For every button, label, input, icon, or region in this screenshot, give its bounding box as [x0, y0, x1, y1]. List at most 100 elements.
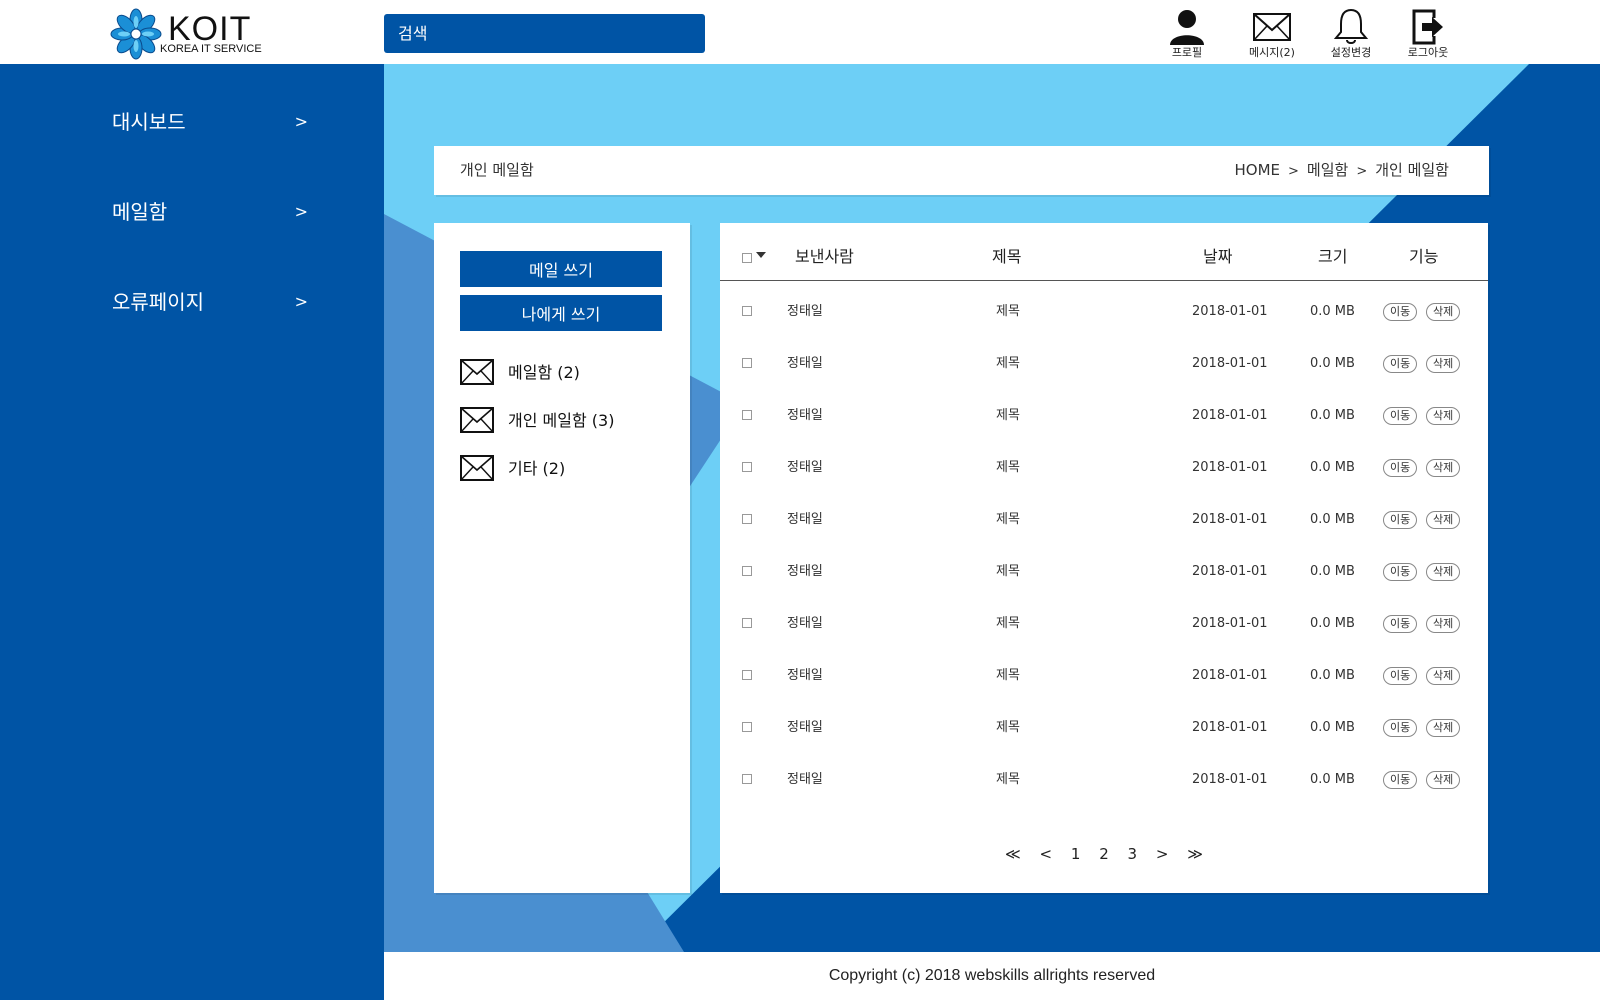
delete-button[interactable]: 삭제	[1426, 719, 1461, 737]
profile-link[interactable]: 프로필	[1157, 4, 1217, 64]
row-subject[interactable]: 제목	[996, 754, 1020, 806]
table-row[interactable]: 정태일 제목 2018-01-01 0.0 MB 이동 삭제	[720, 390, 1488, 442]
move-button[interactable]: 이동	[1383, 303, 1418, 321]
delete-button[interactable]: 삭제	[1426, 407, 1461, 425]
page-3-button[interactable]: 3	[1128, 845, 1138, 863]
next-page-button[interactable]: >	[1156, 845, 1169, 863]
delete-button[interactable]: 삭제	[1426, 303, 1461, 321]
sidebar-item-mailbox[interactable]: 메일함 >	[112, 194, 308, 230]
row-subject[interactable]: 제목	[996, 338, 1020, 390]
row-size: 0.0 MB	[1310, 720, 1355, 735]
table-row[interactable]: 정태일 제목 2018-01-01 0.0 MB 이동 삭제	[720, 338, 1488, 390]
table-row[interactable]: 정태일 제목 2018-01-01 0.0 MB 이동 삭제	[720, 546, 1488, 598]
column-date[interactable]: 날짜	[1203, 243, 1232, 267]
table-row[interactable]: 정태일 제목 2018-01-01 0.0 MB 이동 삭제	[720, 754, 1488, 806]
prev-page-button[interactable]: <	[1040, 845, 1053, 863]
delete-button[interactable]: 삭제	[1426, 355, 1461, 373]
folder-etc[interactable]: 기타 (2)	[460, 453, 670, 485]
table-row[interactable]: 정태일 제목 2018-01-01 0.0 MB 이동 삭제	[720, 598, 1488, 650]
move-button[interactable]: 이동	[1383, 459, 1418, 477]
messages-link[interactable]: 메시지(2)	[1242, 4, 1302, 64]
row-checkbox[interactable]	[742, 462, 752, 472]
move-button[interactable]: 이동	[1383, 355, 1418, 373]
move-button[interactable]: 이동	[1383, 511, 1418, 529]
chevron-right-icon: >	[294, 202, 308, 221]
envelope-icon	[1253, 13, 1291, 41]
breadcrumb-mailbox[interactable]: 메일함	[1307, 161, 1348, 179]
row-checkbox[interactable]	[742, 774, 752, 784]
page-2-button[interactable]: 2	[1099, 845, 1109, 863]
row-subject[interactable]: 제목	[996, 286, 1020, 338]
delete-button[interactable]: 삭제	[1426, 511, 1461, 529]
column-sender[interactable]: 보낸사람	[795, 243, 854, 267]
sidebar-item-dashboard[interactable]: 대시보드 >	[112, 104, 308, 140]
column-size[interactable]: 크기	[1318, 243, 1347, 267]
caret-down-icon[interactable]	[756, 252, 766, 258]
settings-label: 설정변경	[1330, 46, 1372, 59]
first-page-button[interactable]: ≪	[1005, 845, 1021, 863]
row-subject[interactable]: 제목	[996, 390, 1020, 442]
row-subject[interactable]: 제목	[996, 546, 1020, 598]
delete-button[interactable]: 삭제	[1426, 459, 1461, 477]
logout-link[interactable]: 로그아웃	[1398, 4, 1458, 64]
last-page-button[interactable]: ≫	[1187, 845, 1203, 863]
delete-button[interactable]: 삭제	[1426, 615, 1461, 633]
table-row[interactable]: 정태일 제목 2018-01-01 0.0 MB 이동 삭제	[720, 286, 1488, 338]
folder-inbox[interactable]: 메일함 (2)	[460, 357, 670, 389]
move-button[interactable]: 이동	[1383, 667, 1418, 685]
table-row[interactable]: 정태일 제목 2018-01-01 0.0 MB 이동 삭제	[720, 442, 1488, 494]
row-size: 0.0 MB	[1310, 772, 1355, 787]
brand-name: KOIT	[168, 10, 252, 48]
row-size: 0.0 MB	[1310, 616, 1355, 631]
row-sender: 정태일	[787, 460, 823, 475]
row-checkbox[interactable]	[742, 358, 752, 368]
table-row[interactable]: 정태일 제목 2018-01-01 0.0 MB 이동 삭제	[720, 650, 1488, 702]
compose-button[interactable]: 메일 쓰기	[460, 251, 662, 287]
write-to-self-button[interactable]: 나에게 쓰기	[460, 295, 662, 331]
table-row[interactable]: 정태일 제목 2018-01-01 0.0 MB 이동 삭제	[720, 494, 1488, 546]
row-subject[interactable]: 제목	[996, 702, 1020, 754]
row-checkbox[interactable]	[742, 722, 752, 732]
row-subject[interactable]: 제목	[996, 442, 1020, 494]
row-subject[interactable]: 제목	[996, 650, 1020, 702]
row-checkbox[interactable]	[742, 410, 752, 420]
row-size: 0.0 MB	[1310, 304, 1355, 319]
search-input[interactable]	[384, 14, 705, 53]
row-subject[interactable]: 제목	[996, 598, 1020, 650]
koit-logo[interactable]: KOIT KOREA IT SERVICE	[110, 8, 270, 60]
delete-button[interactable]: 삭제	[1426, 563, 1461, 581]
settings-link[interactable]: 설정변경	[1321, 4, 1381, 64]
row-checkbox[interactable]	[742, 618, 752, 628]
delete-button[interactable]: 삭제	[1426, 771, 1461, 789]
row-sender: 정태일	[787, 668, 823, 683]
delete-button[interactable]: 삭제	[1426, 667, 1461, 685]
breadcrumb-home[interactable]: HOME	[1234, 161, 1280, 179]
move-button[interactable]: 이동	[1383, 719, 1418, 737]
row-checkbox[interactable]	[742, 670, 752, 680]
row-sender: 정태일	[787, 720, 823, 735]
folder-personal[interactable]: 개인 메일함 (3)	[460, 405, 670, 437]
row-date: 2018-01-01	[1192, 408, 1268, 423]
move-button[interactable]: 이동	[1383, 563, 1418, 581]
page-1-button[interactable]: 1	[1071, 845, 1081, 863]
pagination: ≪ < 1 2 3 > ≫	[720, 845, 1488, 863]
table-row[interactable]: 정태일 제목 2018-01-01 0.0 MB 이동 삭제	[720, 702, 1488, 754]
select-all-checkbox[interactable]	[742, 253, 752, 263]
row-checkbox[interactable]	[742, 306, 752, 316]
row-checkbox[interactable]	[742, 566, 752, 576]
sidebar-item-error-page[interactable]: 오류페이지 >	[112, 284, 308, 320]
logout-label: 로그아웃	[1407, 46, 1449, 59]
row-size: 0.0 MB	[1310, 512, 1355, 527]
envelope-icon	[460, 407, 494, 433]
row-date: 2018-01-01	[1192, 720, 1268, 735]
column-subject[interactable]: 제목	[992, 243, 1021, 267]
flower-logo-icon	[110, 8, 162, 60]
folder-label: 메일함 (2)	[508, 363, 580, 382]
row-size: 0.0 MB	[1310, 356, 1355, 371]
row-checkbox[interactable]	[742, 514, 752, 524]
row-subject[interactable]: 제목	[996, 494, 1020, 546]
move-button[interactable]: 이동	[1383, 407, 1418, 425]
sidebar: 대시보드 > 메일함 > 오류페이지 >	[0, 64, 384, 1000]
move-button[interactable]: 이동	[1383, 771, 1418, 789]
move-button[interactable]: 이동	[1383, 615, 1418, 633]
